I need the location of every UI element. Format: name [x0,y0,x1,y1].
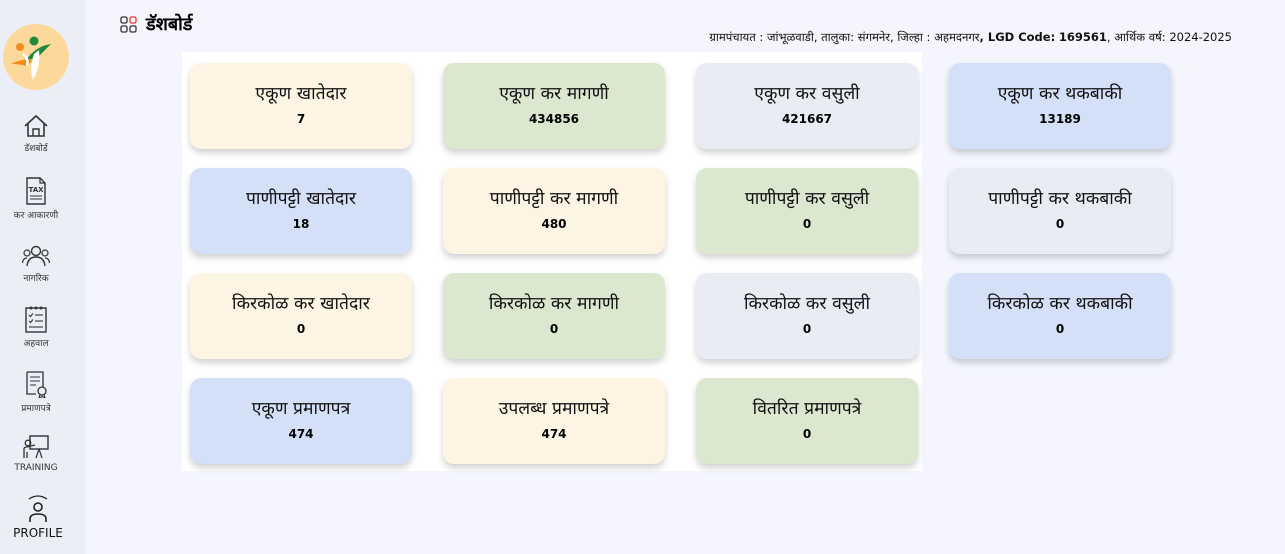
stat-card-water-tax-demand[interactable]: पाणीपट्टी कर मागणी 480 [443,168,665,254]
nav-certificates[interactable]: प्रमाणपत्रे [0,370,72,414]
card-title: एकूण खातेदार [255,84,347,104]
profile-icon [28,495,48,522]
card-title: पाणीपट्टी कर वसुली [744,189,870,209]
stat-card-misc-tax-demand[interactable]: किरकोळ कर मागणी 0 [443,273,665,359]
nav-citizens[interactable]: नागरिक [0,244,72,284]
nav-label-profile: PROFILE [13,526,63,540]
citizens-icon [22,245,50,267]
report-icon [25,306,47,333]
nav-dashboard[interactable]: डॅशबोर्ड [0,114,72,154]
card-value: 0 [1055,217,1065,231]
stat-card-misc-tax-arrears[interactable]: किरकोळ कर थकबाकी 0 [949,273,1171,359]
tax-document-icon: TAX [26,177,46,205]
card-title: पाणीपट्टी कर थकबाकी [988,189,1132,209]
card-value: 0 [296,322,306,336]
lgd-value: 169561 [1058,30,1107,44]
training-icon [23,435,49,459]
card-value: 474 [541,427,567,441]
card-value: 7 [296,112,306,126]
card-title: एकूण कर मागणी [499,84,609,104]
card-title: एकूण कर वसुली [754,84,860,104]
stat-card-water-tax-arrears[interactable]: पाणीपट्टी कर थकबाकी 0 [949,168,1171,254]
lgd-label: , LGD Code: [979,30,1056,44]
stat-card-total-tax-arrears[interactable]: एकूण कर थकबाकी 13189 [949,63,1171,149]
stat-card-total-accounts[interactable]: एकूण खातेदार 7 [190,63,412,149]
sidebar: डॅशबोर्ड TAX कर आकारणी नागरिक अहवाल प्रम… [0,0,86,554]
nav-label-reports: अहवाल [23,339,49,349]
card-title: किरकोळ कर खातेदार [232,294,370,314]
card-value: 0 [802,217,812,231]
card-value: 13189 [1039,112,1081,126]
card-value: 434856 [528,112,580,126]
stat-card-total-tax-demand[interactable]: एकूण कर मागणी 434856 [443,63,665,149]
district-value: अहमदनगर [934,30,980,44]
card-title: पाणीपट्टी कर मागणी [489,189,619,209]
card-value: 0 [802,322,812,336]
card-value: 0 [549,322,559,336]
nav-label-training: TRAINING [14,463,58,473]
nav-profile[interactable]: PROFILE [0,494,76,540]
card-value: 474 [288,427,314,441]
gp-label: ग्रामपंचायत : [709,30,764,44]
taluka-value: संगमनेर [857,30,891,44]
card-title: वितरित प्रमाणपत्रे [752,399,862,419]
card-value: 18 [292,217,310,231]
district-label: , जिल्हा : [890,30,931,44]
nav-training[interactable]: TRAINING [0,434,72,473]
svg-text:TAX: TAX [28,186,44,194]
certificate-icon [26,371,47,398]
stat-card-water-accounts[interactable]: पाणीपट्टी खातेदार 18 [190,168,412,254]
stat-card-distributed-certificates[interactable]: वितरित प्रमाणपत्रे 0 [696,378,918,464]
stat-card-misc-tax-collection[interactable]: किरकोळ कर वसुली 0 [696,273,918,359]
stat-card-total-certificates[interactable]: एकूण प्रमाणपत्र 474 [190,378,412,464]
taluka-label: , तालुका: [813,30,855,44]
card-title: एकूण कर थकबाकी [997,84,1123,104]
nav-label-citizens: नागरिक [23,274,49,284]
stat-card-available-certificates[interactable]: उपलब्ध प्रमाणपत्रे 474 [443,378,665,464]
year-value: 2024-2025 [1169,30,1232,44]
card-title: किरकोळ कर वसुली [743,294,871,314]
nav-label-certificates: प्रमाणपत्रे [21,404,51,414]
gp-value: जांभूळवाडी [766,30,814,44]
nav-tax-assessment[interactable]: TAX कर आकारणी [0,177,72,221]
stat-card-total-tax-collection[interactable]: एकूण कर वसुली 421667 [696,63,918,149]
app-logo [3,24,69,90]
card-title: उपलब्ध प्रमाणपत्रे [498,399,610,419]
card-title: एकूण प्रमाणपत्र [251,399,351,419]
stat-card-water-tax-collection[interactable]: पाणीपट्टी कर वसुली 0 [696,168,918,254]
gram-panchayat-info: ग्रामपंचायत : जांभूळवाडी, तालुका: संगमने… [709,30,1232,45]
nav-label-dashboard: डॅशबोर्ड [24,144,48,154]
card-value: 0 [802,427,812,441]
dashboard-grid-icon [120,16,137,37]
card-value: 480 [541,217,567,231]
page-title: डॅशबोर्ड [146,14,193,35]
year-label: , आर्थिक वर्ष: [1106,30,1166,44]
card-value: 421667 [781,112,833,126]
card-value: 0 [1055,322,1065,336]
card-title: किरकोळ कर थकबाकी [987,294,1133,314]
stat-card-misc-accounts[interactable]: किरकोळ कर खातेदार 0 [190,273,412,359]
nav-reports[interactable]: अहवाल [0,305,72,349]
nav-label-tax-assessment: कर आकारणी [13,211,59,221]
card-title: किरकोळ कर मागणी [488,294,620,314]
card-title: पाणीपट्टी खातेदार [245,189,357,209]
home-icon [24,114,48,137]
